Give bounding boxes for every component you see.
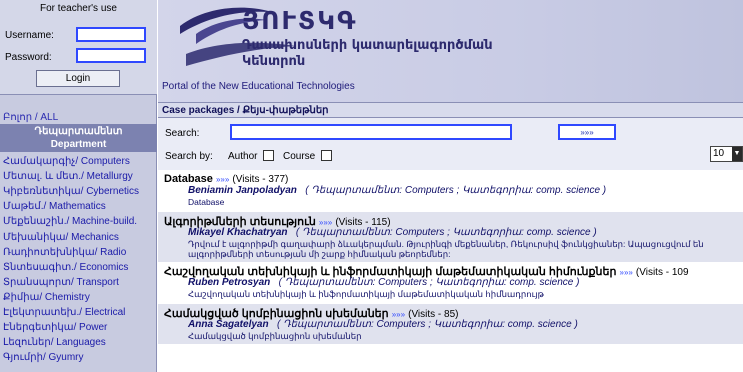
search-panel: Search: »»» Search by: Author Course 10 … (158, 118, 743, 170)
sidebar-item-department[interactable]: Էլեկտրատեխ./ Electrical (3, 307, 125, 318)
login-panel: For teacher's use Username: Password: Lo… (0, 0, 157, 95)
result-description: Հաշվողական տեխնիկայի և ինֆորմատիկայի մաթ… (188, 289, 544, 299)
result-description: Համակցված կոմբինացիոն սխեմաներ (188, 331, 362, 341)
result-description-2: ալգորիթմների տեսության մի շարք հիմնական … (188, 249, 451, 259)
sidebar-item-department[interactable]: Տրանսպորտ/ Transport (3, 277, 119, 288)
password-input[interactable] (76, 48, 146, 63)
result-author-line: Beniamin Janpoladyan ( Դեպարտամենտ: Comp… (188, 185, 606, 196)
result-visits: (Visits - 109 (635, 267, 689, 278)
department-header: Դեպարտամենտ Department (0, 124, 157, 152)
author-checkbox[interactable] (263, 150, 274, 161)
search-label: Search: (165, 128, 200, 139)
search-go-button[interactable]: »»» (558, 124, 616, 140)
logo-subtitle-2: Կենտրոն (242, 54, 306, 69)
page-size-value: 10 (713, 148, 725, 159)
username-label: Username: (5, 30, 54, 41)
result-author-line: Mikayel Khachatryan ( Դեպարտամենտ: Compu… (188, 227, 597, 238)
result-item: Ալգորիթմների տեսություն »»» (Visits - 11… (158, 212, 743, 262)
breadcrumb: Case packages / Քեյս-փաթեթներ (158, 102, 743, 118)
sidebar-item-department[interactable]: Էներգետիկա/ Power (3, 322, 107, 333)
result-title[interactable]: Database »»» (Visits - 377) (164, 173, 288, 185)
search-input[interactable] (230, 124, 512, 140)
course-checkbox[interactable] (321, 150, 332, 161)
chevron-down-icon[interactable]: ▼ (732, 147, 742, 161)
sidebar-item-department[interactable]: Մեքենաշին./ Machine-build. (3, 216, 137, 227)
password-label: Password: (5, 52, 52, 63)
sidebar-item-department[interactable]: Գյումրի/ Gyumry (3, 352, 84, 363)
sidebar-item-department[interactable]: Մետալ. և մետ./ Metallurgy (3, 171, 133, 182)
author-label: Author (228, 151, 258, 162)
search-by-label: Search by: (165, 151, 213, 162)
result-author-line: Ruben Petrosyan ( Դեպարտամենտ: Computers… (188, 277, 579, 288)
arrow-link-icon[interactable]: »»» (216, 175, 229, 184)
course-label: Course (283, 151, 316, 162)
logo-subtitle-1: Դասախոսների կատարելագործման (242, 38, 493, 53)
arrow-link-icon[interactable]: »»» (392, 310, 405, 319)
result-visits: (Visits - 377) (232, 174, 289, 185)
sidebar-item-department[interactable]: Լեզուներ/ Languages (3, 337, 106, 348)
portal-link[interactable]: Portal of the New Educational Technologi… (162, 81, 355, 92)
result-meta: ( Դեպարտամենտ: Computers ; Կատեգորիա: co… (305, 185, 607, 196)
sidebar-item-department[interactable]: Մաթեմ./ Mathematics (3, 201, 106, 212)
sidebar-item-department[interactable]: Ռադիոտեխնիկա/ Radio (3, 247, 126, 258)
logo-title: ՅՈՒՏԿԳ (242, 6, 358, 35)
login-button[interactable]: Login (36, 70, 120, 87)
result-author[interactable]: Ruben Petrosyan (188, 277, 270, 288)
result-author[interactable]: Mikayel Khachatryan (188, 227, 288, 238)
sidebar-item-department[interactable]: Համակարգիչ/ Computers (3, 156, 130, 167)
department-header-label: Դեպարտամենտ Department (34, 126, 123, 150)
sidebar-item-all[interactable]: Բոլոր / ALL (3, 112, 58, 123)
site-header: ՅՈՒՏԿԳ Դասախոսների կատարելագործման Կենտր… (158, 0, 743, 102)
username-input[interactable] (76, 27, 146, 42)
result-author[interactable]: Anna Sagatelyan (188, 319, 269, 330)
arrow-link-icon[interactable]: »»» (620, 268, 633, 277)
result-description: Database (188, 197, 225, 207)
login-title: For teacher's use (40, 3, 117, 14)
result-author[interactable]: Beniamin Janpoladyan (188, 185, 297, 196)
sidebar-item-department[interactable]: Քիմիա/ Chemistry (3, 292, 90, 303)
sidebar-item-department[interactable]: Կիբեռնետիկա/ Cybernetics (3, 186, 139, 197)
page-size-select[interactable]: 10 ▼ (710, 146, 743, 162)
result-item: Database »»» (Visits - 377) Beniamin Janp… (158, 170, 743, 212)
result-meta: ( Դեպարտամենտ: Computers ; Կատեգորիա: co… (276, 319, 578, 330)
sidebar-item-department[interactable]: Մեխանիկա/ Mechanics (3, 232, 119, 243)
main-content: Case packages / Քեյս-փաթեթներ Search: »»… (158, 102, 743, 372)
sidebar-item-department[interactable]: Տնտեսագիտ./ Economics (3, 262, 128, 273)
left-sidebar: For teacher's use Username: Password: Lo… (0, 0, 157, 372)
arrow-link-icon[interactable]: »»» (319, 218, 332, 227)
result-author-line: Anna Sagatelyan ( Դեպարտամենտ: Computers… (188, 319, 578, 330)
result-meta: ( Դեպարտամենտ: Computers ; Կատեգորիա: co… (278, 277, 580, 288)
result-meta: ( Դեպարտամենտ: Computers ; Կատեգորիա: co… (295, 227, 597, 238)
result-item: Համակցված կոմբինացիոն սխեմաներ »»» (Visi… (158, 304, 743, 344)
result-item: Հաշվողական տեխնիկայի և ինֆորմատիկայի մաթ… (158, 262, 743, 304)
result-title-text[interactable]: Database (164, 173, 213, 185)
